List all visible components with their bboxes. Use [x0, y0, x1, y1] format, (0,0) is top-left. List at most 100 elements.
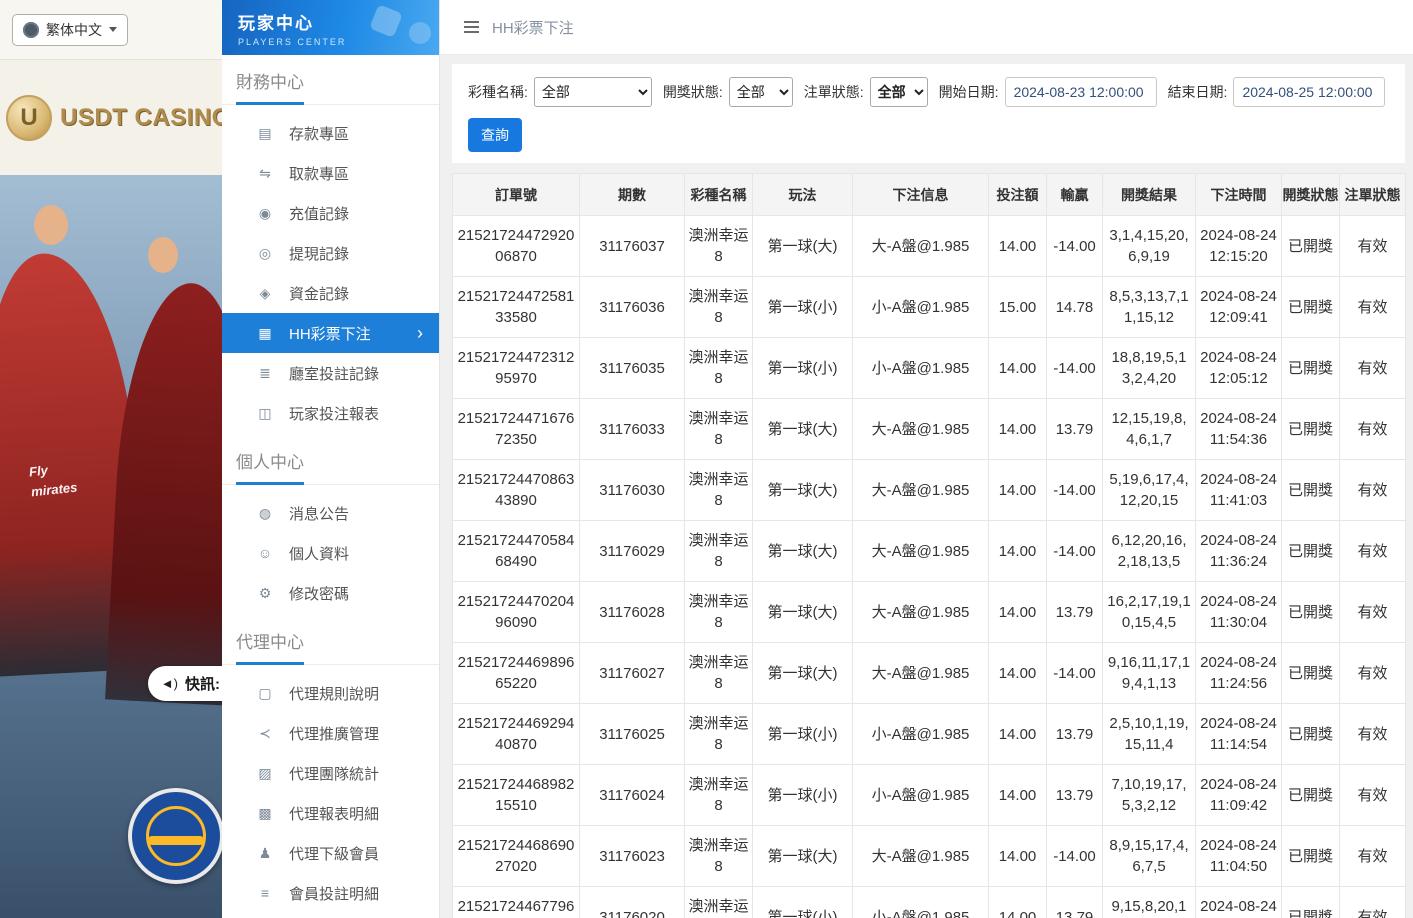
bets-table: 訂單號期數彩種名稱玩法下注信息投注額輸贏開獎結果下注時間開獎狀態注單狀態 215… — [452, 173, 1406, 918]
sidebar-menu-item[interactable]: ≺ 代理推廣管理 — [222, 713, 439, 753]
cell-order-number: 2152172446989665220 — [453, 643, 580, 704]
cell-order-number: 2152172447058468490 — [453, 521, 580, 582]
cell-bet-info: 大-A盤@1.985 — [853, 216, 989, 277]
menu-item-label: 代理報表明細 — [289, 803, 379, 824]
hamburger-menu-icon[interactable] — [464, 21, 479, 33]
menu-item-icon: ◫ — [256, 405, 274, 422]
menu-item-icon: ⇋ — [256, 165, 274, 182]
cell-win-loss: 13.79 — [1047, 582, 1103, 643]
cell-bet-status: 有效 — [1340, 582, 1406, 643]
sidebar-menu-item[interactable]: ◍ 消息公告 — [222, 493, 439, 533]
sidebar-menu-item[interactable]: ▦ HH彩票下注 › — [222, 313, 439, 353]
cell-bet-time: 2024-08-24 10:49:56 — [1196, 887, 1282, 918]
table-body: 2152172447292006870 31176037 澳洲幸运8 第一球(大… — [453, 216, 1406, 918]
cell-lottery-name: 澳洲幸运8 — [685, 582, 753, 643]
cell-order-number: 2152172446869027020 — [453, 826, 580, 887]
sidebar-subtitle: PLAYERS CENTER — [238, 37, 439, 47]
main-area: HH彩票下注 彩種名稱: 全部 開獎狀態: 全部 注單狀態: 全部 — [440, 0, 1413, 918]
menu-item-label: 玩家投注報表 — [289, 403, 379, 424]
table-row: 2152172446989665220 31176027 澳洲幸运8 第一球(大… — [453, 643, 1406, 704]
sidebar-menu-item[interactable]: ≣ 廳室投註記錄 — [222, 353, 439, 393]
sidebar-menu-item[interactable]: ▢ 代理規則說明 — [222, 673, 439, 713]
start-date-input[interactable] — [1005, 77, 1157, 107]
sidebar-menu-item[interactable]: ♟ 代理下級會員 — [222, 833, 439, 873]
news-ticker: ◄) 快訊: — [148, 666, 222, 701]
cell-bet-info: 小-A盤@1.985 — [853, 277, 989, 338]
sidebar-menu-item[interactable]: ◎ 提現記錄 — [222, 233, 439, 273]
table-row: 2152172447086343890 31176030 澳洲幸运8 第一球(大… — [453, 460, 1406, 521]
end-date-input[interactable] — [1233, 77, 1385, 107]
menu-item-icon: ▤ — [256, 125, 274, 142]
sidebar-menu-item[interactable]: ▩ 代理報表明細 — [222, 793, 439, 833]
sidebar-menu-item[interactable]: ▨ 代理團隊統計 — [222, 753, 439, 793]
sidebar-menu-item[interactable]: ⇋ 取款專區 — [222, 153, 439, 193]
cell-bet-time: 2024-08-24 11:14:54 — [1196, 704, 1282, 765]
cell-period: 31176024 — [580, 765, 685, 826]
search-button[interactable]: 查詢 — [468, 118, 522, 152]
cell-play-type: 第一球(小) — [753, 765, 853, 826]
cell-bet-amount: 14.00 — [989, 216, 1047, 277]
cell-lottery-name: 澳洲幸运8 — [685, 887, 753, 918]
cell-win-loss: -14.00 — [1047, 338, 1103, 399]
cell-bet-status: 有效 — [1340, 216, 1406, 277]
sidebar-menu-item[interactable]: ▥ 會員交易明細 — [222, 913, 439, 918]
menu-item-icon: ▨ — [256, 765, 274, 782]
cell-lottery-name: 澳洲幸运8 — [685, 643, 753, 704]
cell-lottery-name: 澳洲幸运8 — [685, 704, 753, 765]
finance-menu-list: ▤ 存款專區 ⇋ 取款專區 ◉ 充值記錄 — [222, 105, 439, 435]
language-selector[interactable]: 繁体中文 — [12, 14, 128, 46]
casino-logo[interactable]: U USDT CASINO — [0, 60, 222, 175]
sidebar-menu-item[interactable]: ⚙ 修改密碼 — [222, 573, 439, 613]
cell-play-type: 第一球(大) — [753, 216, 853, 277]
cell-bet-status: 有效 — [1340, 399, 1406, 460]
menu-item-icon: ◍ — [256, 505, 274, 522]
cell-lottery-name: 澳洲幸运8 — [685, 277, 753, 338]
draw-status-filter-label: 開獎狀態: — [663, 82, 723, 102]
lottery-filter-label: 彩種名稱: — [468, 82, 528, 102]
sidebar-menu-item[interactable]: ▤ 存款專區 — [222, 113, 439, 153]
section-title-finance: 財務中心 — [222, 68, 439, 105]
cell-period: 31176037 — [580, 216, 685, 277]
cell-bet-info: 大-A盤@1.985 — [853, 521, 989, 582]
menu-item-label: 資金記錄 — [289, 283, 349, 304]
cell-play-type: 第一球(大) — [753, 643, 853, 704]
cell-bet-amount: 14.00 — [989, 460, 1047, 521]
cell-draw-result: 9,15,8,20,13,16,1,7 — [1103, 887, 1196, 918]
cell-play-type: 第一球(大) — [753, 460, 853, 521]
table-header-cell: 下注信息 — [853, 174, 989, 216]
cell-bet-amount: 14.00 — [989, 826, 1047, 887]
lottery-select[interactable]: 全部 — [534, 77, 652, 107]
cell-draw-result: 12,15,19,8,4,6,1,7 — [1103, 399, 1196, 460]
cell-win-loss: 13.79 — [1047, 887, 1103, 918]
table-header-cell: 玩法 — [753, 174, 853, 216]
cell-bet-time: 2024-08-24 11:30:04 — [1196, 582, 1282, 643]
cell-draw-status: 已開獎 — [1282, 521, 1340, 582]
content-area: 彩種名稱: 全部 開獎狀態: 全部 注單狀態: 全部 開始日期: 結束日期: — [440, 55, 1413, 918]
sidebar-menu-item[interactable]: ◫ 玩家投注報表 — [222, 393, 439, 433]
table-row: 2152172447231295970 31176035 澳洲幸运8 第一球(小… — [453, 338, 1406, 399]
cell-win-loss: 14.78 — [1047, 277, 1103, 338]
cell-bet-amount: 14.00 — [989, 643, 1047, 704]
cell-period: 31176035 — [580, 338, 685, 399]
cell-period: 31176036 — [580, 277, 685, 338]
cell-order-number: 2152172447020496090 — [453, 582, 580, 643]
menu-item-icon: ≡ — [256, 885, 274, 901]
cell-draw-result: 16,2,17,19,10,15,4,5 — [1103, 582, 1196, 643]
draw-status-select[interactable]: 全部 — [729, 77, 793, 107]
bet-status-select[interactable]: 全部 — [870, 77, 928, 107]
table-header-cell: 訂單號 — [453, 174, 580, 216]
table-header-cell: 投注額 — [989, 174, 1047, 216]
table-header-cell: 開獎結果 — [1103, 174, 1196, 216]
cell-bet-time: 2024-08-24 11:24:56 — [1196, 643, 1282, 704]
cell-lottery-name: 澳洲幸运8 — [685, 399, 753, 460]
cell-draw-status: 已開獎 — [1282, 826, 1340, 887]
cell-bet-info: 小-A盤@1.985 — [853, 338, 989, 399]
menu-item-label: 代理規則說明 — [289, 683, 379, 704]
sidebar-menu-item[interactable]: ☺ 個人資料 — [222, 533, 439, 573]
sidebar-menu-item[interactable]: ◉ 充值記錄 — [222, 193, 439, 233]
table-header-cell: 開獎狀態 — [1282, 174, 1340, 216]
cell-bet-info: 大-A盤@1.985 — [853, 399, 989, 460]
cell-draw-result: 6,12,20,16,2,18,13,5 — [1103, 521, 1196, 582]
sidebar-menu-item[interactable]: ◈ 資金記錄 — [222, 273, 439, 313]
sidebar-menu-item[interactable]: ≡ 會員投註明細 — [222, 873, 439, 913]
